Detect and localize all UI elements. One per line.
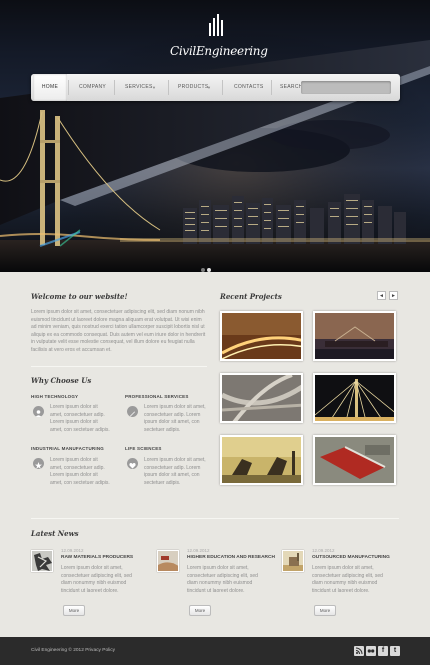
slider-pagination (201, 259, 213, 272)
news-date: 12.09.2012 (312, 548, 335, 553)
news-text: Lorem ipsum dolor sit amet, consectetuer… (61, 565, 132, 594)
news-item-title[interactable]: RAW MATERIALS PRODUCERS (61, 555, 133, 560)
more-button[interactable]: More (314, 605, 336, 616)
flickr-icon[interactable] (366, 646, 376, 656)
news-thumbnail[interactable] (31, 550, 53, 572)
news-thumbnail[interactable] (157, 550, 179, 572)
news-image (283, 551, 303, 571)
heart-icon (127, 458, 138, 469)
divider (31, 366, 207, 367)
news-text: Lorem ipsum dolor sit amet, consectetuer… (187, 565, 258, 594)
twitter-icon[interactable]: t (390, 646, 400, 656)
project-thumbnail[interactable] (220, 373, 303, 423)
logo-text: CivilEngineering (170, 44, 268, 58)
site-logo[interactable]: CivilEngineering (170, 14, 268, 66)
pencil-icon (127, 406, 138, 417)
hero-slider: CivilEngineering HOME COMPANY SERVICES ▼… (0, 0, 430, 272)
products-caret-icon[interactable]: ▼ (207, 74, 211, 101)
why-title: Why Choose Us (31, 376, 92, 385)
nav-separator (271, 80, 272, 95)
welcome-title: Welcome to our website! (31, 292, 128, 301)
feature-title: HIGH TECHNOLOGY (31, 394, 79, 399)
feature-text: Lorem ipsum dolor sit amet, consectetuer… (50, 457, 110, 486)
project-thumbnail[interactable] (220, 435, 303, 485)
buildings-logo-icon (209, 14, 223, 36)
services-caret-icon[interactable]: ▼ (152, 74, 156, 101)
news-date: 12.09.2012 (187, 548, 210, 553)
project-thumbnail[interactable] (313, 311, 396, 361)
search-input[interactable] (301, 81, 391, 94)
news-title: Latest News (31, 529, 79, 538)
star-icon (33, 458, 44, 469)
feature-text: Lorem ipsum dolor sit amet, consectetuer… (144, 404, 206, 433)
project-thumbnail[interactable] (313, 373, 396, 423)
project-image (315, 375, 394, 421)
news-item-title[interactable]: HIGHER EDUCATION AND RESEARCH (187, 555, 275, 560)
nav-separator (68, 80, 69, 95)
slider-dot-1[interactable] (201, 268, 205, 272)
more-button[interactable]: More (63, 605, 85, 616)
project-thumbnail[interactable] (313, 435, 396, 485)
slider-dot-2[interactable] (207, 268, 211, 272)
user-icon (33, 406, 44, 417)
nav-products[interactable]: PRODUCTS (178, 74, 208, 101)
rss-icon[interactable] (354, 646, 364, 656)
project-image (315, 313, 394, 359)
project-image (315, 437, 394, 483)
nav-separator (222, 80, 223, 95)
facebook-icon[interactable]: f (378, 646, 388, 656)
news-date: 12.09.2012 (61, 548, 84, 553)
news-thumbnail[interactable] (282, 550, 304, 572)
nav-home[interactable]: HOME (33, 74, 67, 101)
nav-search-label: SEARCH (280, 84, 303, 90)
main-navigation: HOME COMPANY SERVICES ▼ PRODUCTS ▼ CONTA… (31, 74, 400, 101)
more-button[interactable]: More (189, 605, 211, 616)
feature-title: PROFESSIONAL SERVICES (125, 394, 189, 399)
project-image (222, 437, 301, 483)
footer: Civil Engineering © 2012 Privacy Policy … (0, 637, 430, 665)
news-image (32, 551, 52, 571)
nav-contacts[interactable]: CONTACTS (234, 74, 264, 101)
news-image (158, 551, 178, 571)
feature-text: Lorem ipsum dolor sit amet, consectetuer… (50, 404, 110, 433)
nav-company[interactable]: COMPANY (79, 74, 106, 101)
news-text: Lorem ipsum dolor sit amet, consectetuer… (312, 565, 383, 594)
project-thumbnail[interactable] (220, 311, 303, 361)
feature-text: Lorem ipsum dolor sit amet, consectetuer… (144, 457, 206, 486)
project-image (222, 375, 301, 421)
news-item-title[interactable]: OUTSOURCED MANUFACTURING (312, 555, 390, 560)
footer-copyright[interactable]: Civil Engineering © 2012 Privacy Policy (31, 648, 115, 653)
feature-title: LIFE SCIENCES (125, 446, 162, 451)
welcome-text: Lorem ipsum dolor sit amet, consectetuer… (31, 309, 206, 353)
prev-project-button[interactable]: ◄ (377, 291, 386, 300)
project-image (222, 313, 301, 359)
nav-separator (168, 80, 169, 95)
feature-title: INDUSTRIAL MANUFACTURING (31, 446, 104, 451)
projects-title: Recent Projects (220, 292, 282, 301)
nav-separator (114, 80, 115, 95)
nav-services[interactable]: SERVICES (125, 74, 153, 101)
next-project-button[interactable]: ► (389, 291, 398, 300)
divider (31, 518, 399, 519)
